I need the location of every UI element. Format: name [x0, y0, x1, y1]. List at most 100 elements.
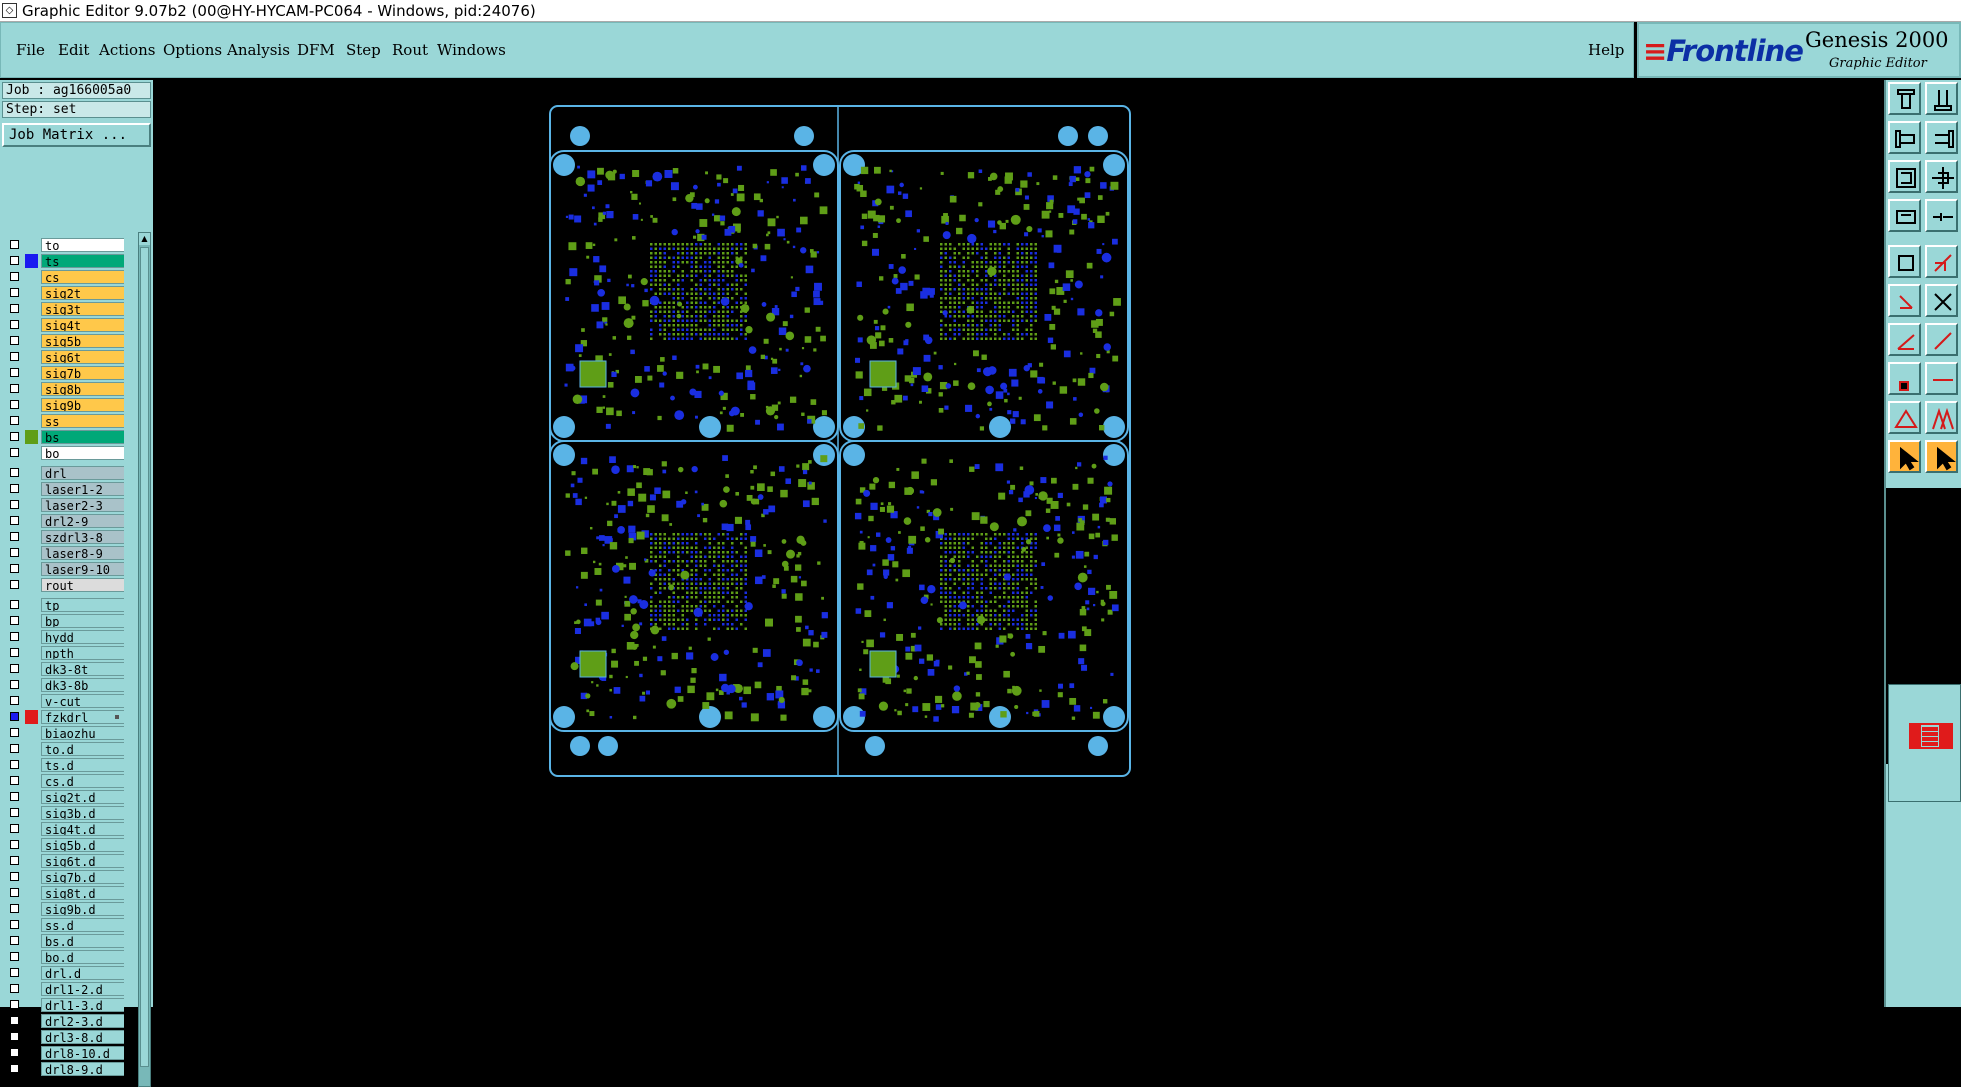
layer-checkbox[interactable]	[10, 288, 19, 297]
layer-row-rout[interactable]: rout	[4, 577, 124, 593]
layer-name[interactable]: hydd	[41, 630, 124, 644]
layer-checkbox[interactable]	[10, 696, 19, 705]
pointer-tool-button[interactable]	[1888, 440, 1921, 473]
layer-row-sig7b.d[interactable]: sig7b.d	[4, 869, 124, 885]
layer-checkbox[interactable]	[10, 856, 19, 865]
layer-name[interactable]: cs	[41, 270, 124, 284]
layer-name[interactable]: drl8-10.d	[41, 1046, 124, 1060]
menu-options[interactable]: Options	[163, 41, 222, 59]
layer-checkbox[interactable]	[10, 808, 19, 817]
layer-name[interactable]: sig2t.d	[41, 790, 124, 804]
layer-row-drl2-9[interactable]: drl2-9	[4, 513, 124, 529]
zoom-fit-tool-button[interactable]	[1888, 160, 1921, 193]
layer-checkbox[interactable]	[10, 432, 19, 441]
select-point-tool-button[interactable]	[1888, 245, 1921, 278]
layer-checkbox[interactable]	[10, 744, 19, 753]
graphic-canvas[interactable]	[153, 80, 1884, 1007]
layer-checkbox[interactable]	[10, 712, 19, 721]
layer-name[interactable]: szdrl3-8	[41, 530, 124, 544]
layer-checkbox[interactable]	[10, 416, 19, 425]
layer-checkbox[interactable]	[10, 680, 19, 689]
layer-checkbox[interactable]	[10, 616, 19, 625]
panel-up-tool-button[interactable]	[1888, 82, 1921, 115]
layer-row-sig2t[interactable]: sig2t	[4, 285, 124, 301]
layer-row-npth[interactable]: npth	[4, 645, 124, 661]
layer-row-sig3t[interactable]: sig3t	[4, 301, 124, 317]
layer-name[interactable]: ts.d	[41, 758, 124, 772]
layer-row-sig2t.d[interactable]: sig2t.d	[4, 789, 124, 805]
layer-row-sig3b.d[interactable]: sig3b.d	[4, 805, 124, 821]
layer-row-to[interactable]: to	[4, 237, 124, 253]
layer-row-laser2-3[interactable]: laser2-3	[4, 497, 124, 513]
layer-row-bp[interactable]: bp	[4, 613, 124, 629]
layer-checkbox[interactable]	[10, 904, 19, 913]
menu-edit[interactable]: Edit	[58, 41, 89, 59]
layer-list-scrollbar[interactable]: ▲	[138, 232, 151, 1087]
menu-step[interactable]: Step	[346, 41, 381, 59]
layer-row-sig8b[interactable]: sig8b	[4, 381, 124, 397]
layer-name[interactable]: sig5b.d	[41, 838, 124, 852]
menu-windows[interactable]: Windows	[437, 41, 506, 59]
layer-checkbox[interactable]	[10, 272, 19, 281]
cross-tool-button[interactable]	[1925, 284, 1958, 317]
layer-checkbox[interactable]	[10, 516, 19, 525]
panel-down-tool-button[interactable]	[1925, 82, 1958, 115]
layer-checkbox[interactable]	[10, 468, 19, 477]
double-triangle-tool-button[interactable]	[1925, 401, 1958, 434]
layer-row-drl.d[interactable]: drl.d	[4, 965, 124, 981]
layer-row-ss.d[interactable]: ss.d	[4, 917, 124, 933]
layer-name[interactable]: sig8t.d	[41, 886, 124, 900]
layer-row-drl[interactable]: drl	[4, 465, 124, 481]
scroll-up-arrow-icon[interactable]: ▲	[139, 233, 150, 245]
layer-name[interactable]: drl8-9.d	[41, 1062, 124, 1076]
layer-name[interactable]: drl	[41, 466, 124, 480]
layer-checkbox[interactable]	[10, 872, 19, 881]
layer-name[interactable]: tp	[41, 598, 124, 612]
layer-name[interactable]: rout	[41, 578, 124, 592]
panel-right-tool-button[interactable]	[1925, 121, 1958, 154]
pointer-select-tool-button[interactable]	[1925, 440, 1958, 473]
layer-checkbox[interactable]	[10, 824, 19, 833]
layer-name[interactable]: sig6t	[41, 350, 124, 364]
layer-checkbox[interactable]	[10, 336, 19, 345]
layer-checkbox[interactable]	[10, 1064, 19, 1073]
layer-name[interactable]: fzkdrl	[41, 710, 124, 724]
layer-checkbox[interactable]	[10, 1032, 19, 1041]
layer-name[interactable]: sig9b	[41, 398, 124, 412]
layer-row-sig6t.d[interactable]: sig6t.d	[4, 853, 124, 869]
layer-name[interactable]: dk3-8b	[41, 678, 124, 692]
layer-name[interactable]: laser2-3	[41, 498, 124, 512]
layer-name[interactable]: sig4t	[41, 318, 124, 332]
menu-actions[interactable]: Actions	[99, 41, 155, 59]
layer-name[interactable]: sig5b	[41, 334, 124, 348]
layer-checkbox[interactable]	[10, 760, 19, 769]
layer-checkbox[interactable]	[10, 256, 19, 265]
angle-tool-button[interactable]	[1888, 323, 1921, 356]
layer-checkbox[interactable]	[10, 500, 19, 509]
layer-checkbox[interactable]	[10, 548, 19, 557]
layer-row-sig8t.d[interactable]: sig8t.d	[4, 885, 124, 901]
layer-checkbox[interactable]	[10, 384, 19, 393]
layer-row-bs[interactable]: bs	[4, 429, 124, 445]
layer-row-szdrl3-8[interactable]: szdrl3-8	[4, 529, 124, 545]
layer-row-cs[interactable]: cs	[4, 269, 124, 285]
layer-name[interactable]: ss.d	[41, 918, 124, 932]
panel-left-tool-button[interactable]	[1888, 121, 1921, 154]
layer-row-sig5b.d[interactable]: sig5b.d	[4, 837, 124, 853]
layer-name[interactable]: drl.d	[41, 966, 124, 980]
layer-name[interactable]: laser8-9	[41, 546, 124, 560]
layer-row-bo[interactable]: bo	[4, 445, 124, 461]
layer-checkbox[interactable]	[10, 776, 19, 785]
layer-name[interactable]: bs	[41, 430, 124, 444]
layer-name[interactable]: laser1-2	[41, 482, 124, 496]
layer-name[interactable]: cs.d	[41, 774, 124, 788]
layer-name[interactable]: to.d	[41, 742, 124, 756]
layer-checkbox[interactable]	[10, 1016, 19, 1025]
route-net-tool-button[interactable]	[1888, 284, 1921, 317]
job-matrix-button[interactable]: Job Matrix ...	[2, 123, 151, 147]
layer-checkbox[interactable]	[10, 840, 19, 849]
layer-row-dk3-8b[interactable]: dk3-8b	[4, 677, 124, 693]
layer-row-bs.d[interactable]: bs.d	[4, 933, 124, 949]
layer-row-cs.d[interactable]: cs.d	[4, 773, 124, 789]
layer-row-to.d[interactable]: to.d	[4, 741, 124, 757]
